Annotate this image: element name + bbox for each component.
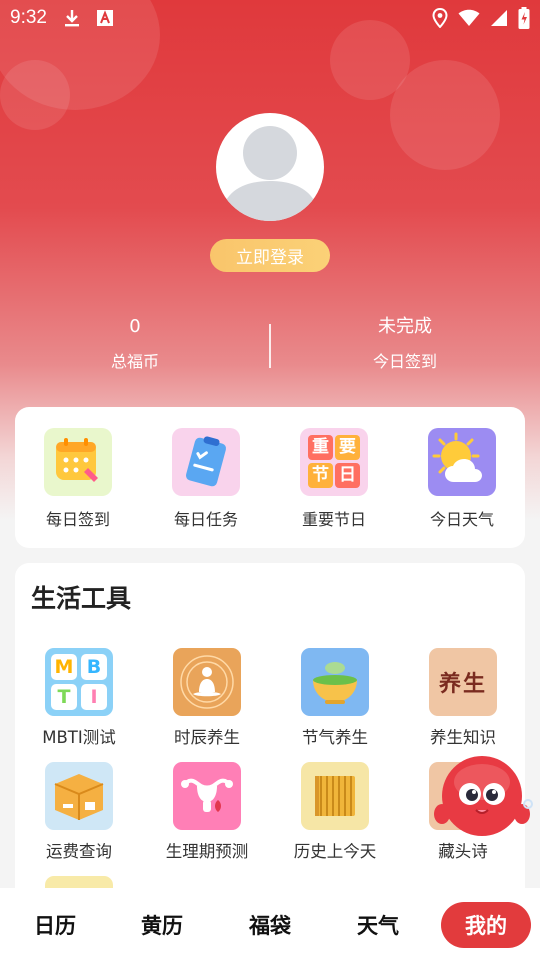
- tool-shipping-query-label: 运费查询: [46, 842, 112, 861]
- profile-stats: 0 总福币 未完成 今日签到: [0, 312, 540, 382]
- parcel-box-icon: [45, 762, 113, 830]
- calligraphy-text: 养生: [438, 671, 487, 697]
- tool-solar-term-health-label: 节气养生: [302, 728, 368, 747]
- quick-important-festival-label: 重要节日: [301, 510, 366, 529]
- mbti-icon: M B T I: [45, 648, 113, 716]
- stat-fubi[interactable]: 0 总福币: [0, 312, 270, 372]
- meditation-icon: [173, 648, 241, 716]
- festival-tile: 要: [335, 435, 360, 460]
- mbti-tile: M: [51, 654, 77, 680]
- quick-daily-task-label: 每日任务: [173, 510, 238, 529]
- wifi-icon: [458, 9, 480, 27]
- battery-charging-icon: [518, 7, 530, 29]
- download-icon: [63, 8, 81, 28]
- life-tools-card: 生活工具 M B T I MBTI测试 时辰养生 节气养生 养生 养生知识 运费…: [15, 563, 525, 903]
- stat-fubi-value: 0: [129, 316, 141, 337]
- festival-tile: 重: [308, 435, 333, 460]
- tool-shichen-health[interactable]: 时辰养生: [143, 648, 271, 748]
- tool-period-forecast[interactable]: 生理期预测: [143, 762, 271, 862]
- tool-health-knowledge[interactable]: 养生 养生知识: [399, 648, 525, 748]
- location-icon: [432, 8, 448, 28]
- calligraphy-icon: 养生: [429, 648, 497, 716]
- calendar-checkin-icon: [44, 428, 112, 496]
- herbal-bowl-icon: [301, 648, 369, 716]
- stat-checkin-value: 未完成: [378, 316, 432, 337]
- quick-important-festival[interactable]: 重 要 节 日 重要节日: [270, 428, 398, 530]
- mascot-icon: [434, 756, 533, 836]
- tool-history-today-label: 历史上今天: [293, 842, 377, 861]
- stat-checkin[interactable]: 未完成 今日签到: [270, 312, 540, 372]
- login-button[interactable]: 立即登录: [210, 239, 330, 272]
- festival-tile: 日: [335, 463, 360, 488]
- quick-daily-checkin[interactable]: 每日签到: [14, 428, 142, 530]
- mascot-float-button[interactable]: [432, 752, 536, 842]
- life-tools-title: 生活工具: [31, 584, 132, 613]
- nav-almanac[interactable]: 黄历: [117, 902, 207, 948]
- mbti-tile: I: [81, 684, 107, 710]
- quick-today-weather[interactable]: 今日天气: [398, 428, 526, 530]
- mbti-tile: T: [51, 684, 77, 710]
- bamboo-scroll-icon: [301, 762, 369, 830]
- tool-solar-term-health[interactable]: 节气养生: [271, 648, 399, 748]
- status-time: 9:32: [10, 7, 47, 28]
- a-badge-icon: [96, 10, 113, 26]
- user-avatar[interactable]: [216, 113, 324, 221]
- decor-bubble: [0, 60, 70, 130]
- bottom-nav: 日历 黄历 福袋 天气 我的: [0, 888, 540, 960]
- tool-mbti-test-label: MBTI测试: [42, 728, 116, 747]
- tool-history-today[interactable]: 历史上今天: [271, 762, 399, 862]
- signal-icon: [490, 9, 508, 27]
- task-clipboard-icon: [172, 428, 240, 496]
- nav-calendar[interactable]: 日历: [10, 902, 100, 948]
- tool-shipping-query[interactable]: 运费查询: [15, 762, 143, 862]
- quick-actions-card: 每日签到 每日任务 重 要 节 日 重要节日 今日天气: [15, 407, 525, 548]
- mbti-tile: B: [81, 654, 107, 680]
- decor-bubble: [390, 60, 500, 170]
- default-avatar-icon: [220, 126, 320, 221]
- quick-daily-task[interactable]: 每日任务: [142, 428, 270, 530]
- quick-daily-checkin-label: 每日签到: [45, 510, 110, 529]
- tool-shichen-health-label: 时辰养生: [174, 728, 240, 747]
- status-bar: 9:32: [0, 0, 540, 36]
- stat-checkin-label: 今日签到: [372, 352, 437, 371]
- uterus-icon: [173, 762, 241, 830]
- nav-lucky-bag[interactable]: 福袋: [225, 902, 315, 948]
- stat-fubi-label: 总福币: [110, 352, 159, 371]
- tool-mbti-test[interactable]: M B T I MBTI测试: [15, 648, 143, 748]
- quick-today-weather-label: 今日天气: [429, 510, 494, 529]
- sun-cloud-icon: [428, 428, 496, 496]
- festival-tiles-icon: 重 要 节 日: [300, 428, 368, 496]
- tool-period-forecast-label: 生理期预测: [165, 842, 249, 861]
- nav-weather[interactable]: 天气: [333, 902, 423, 948]
- festival-tile: 节: [308, 463, 333, 488]
- tool-health-knowledge-label: 养生知识: [430, 728, 496, 747]
- nav-mine[interactable]: 我的: [441, 902, 531, 948]
